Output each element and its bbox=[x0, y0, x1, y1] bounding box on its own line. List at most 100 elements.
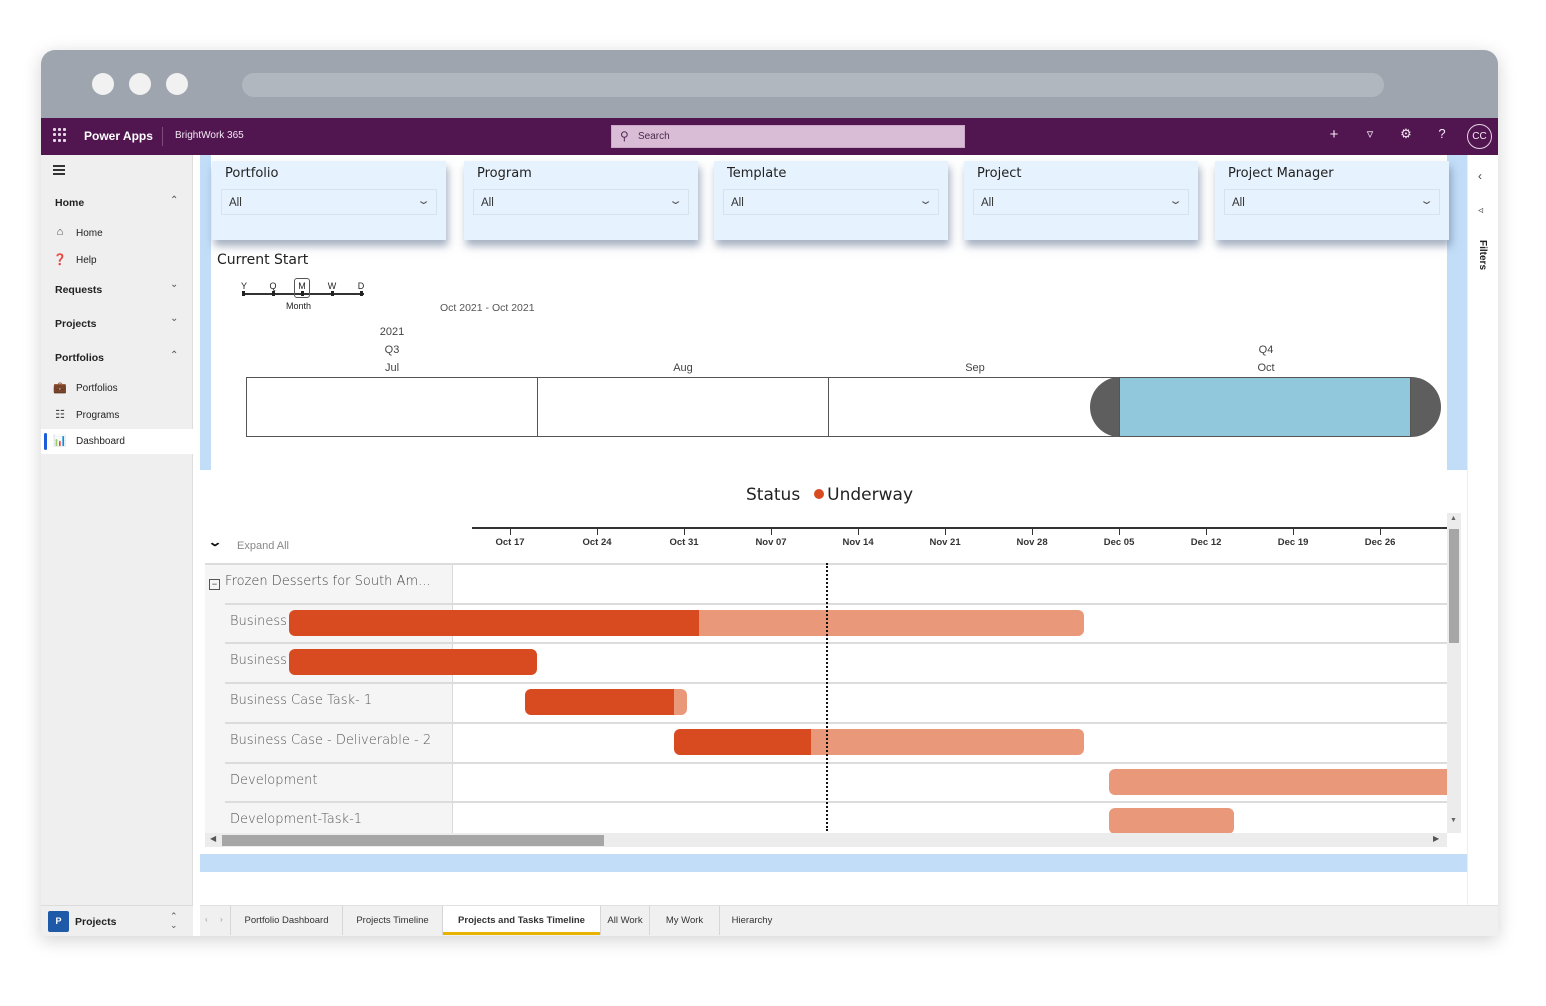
axis-tick bbox=[1380, 529, 1382, 535]
slicer-value: All bbox=[481, 197, 494, 209]
tab-portfolio-dashboard[interactable]: Portfolio Dashboard bbox=[230, 906, 342, 935]
scroll-right-arrow-icon[interactable]: ▶ bbox=[1433, 834, 1439, 843]
timeline-cell-aug[interactable] bbox=[537, 377, 829, 437]
tab-all-work[interactable]: All Work bbox=[600, 906, 649, 935]
tab-my-work[interactable]: My Work bbox=[649, 906, 719, 935]
sidebar-section-home[interactable]: Home bbox=[55, 197, 84, 209]
granularity-selector[interactable]: Y Q M W D Month bbox=[239, 278, 366, 311]
gantt-bar[interactable] bbox=[1109, 808, 1234, 833]
sidebar-section-portfolios[interactable]: Portfolios bbox=[55, 352, 104, 364]
filters-pane[interactable]: ‹ ▿ Filters bbox=[1467, 155, 1498, 905]
quarter-label: Q3 bbox=[384, 344, 400, 356]
chevron-up-icon[interactable]: ⌃ bbox=[170, 350, 178, 361]
search-input[interactable]: ⚲ Search bbox=[611, 125, 965, 148]
granularity-option-week[interactable]: W bbox=[327, 281, 337, 291]
timeline-slicer-title: Current Start bbox=[217, 252, 309, 268]
gantt-bar-remaining bbox=[1109, 808, 1234, 833]
vertical-scrollbar[interactable]: ▲ ▼ bbox=[1447, 513, 1461, 833]
slicer-dropdown[interactable]: All ⌄ bbox=[723, 189, 939, 215]
axis-tick-label: Oct 24 bbox=[582, 537, 612, 548]
horizontal-scrollbar[interactable]: ◀ ▶ bbox=[205, 833, 1447, 847]
timeline-cell-jul[interactable] bbox=[246, 377, 538, 437]
timeline-cell-oct-selected[interactable] bbox=[1119, 377, 1411, 437]
legend-title: Status bbox=[746, 485, 801, 505]
tab-hierarchy[interactable]: Hierarchy bbox=[719, 906, 784, 935]
tab-projects-and-tasks-timeline[interactable]: Projects and Tasks Timeline bbox=[442, 906, 600, 935]
vertical-scroll-thumb[interactable] bbox=[1449, 529, 1459, 643]
gantt-bar-remaining bbox=[674, 689, 687, 716]
sidebar-item-home[interactable]: ⌂ Home bbox=[41, 221, 193, 246]
collapse-icon[interactable]: − bbox=[209, 579, 220, 590]
area-switcher[interactable]: P Projects ⌃ ⌄ bbox=[41, 905, 193, 936]
sidebar-item-programs[interactable]: ☷ Programs bbox=[41, 403, 193, 428]
sidebar-item-dashboard[interactable]: 📊 Dashboard bbox=[41, 429, 193, 454]
range-end-handle[interactable] bbox=[1411, 377, 1441, 437]
tab-label: Hierarchy bbox=[731, 915, 773, 926]
background-band bbox=[200, 155, 211, 470]
granularity-option-year[interactable]: Y bbox=[239, 281, 249, 291]
home-icon: ⌂ bbox=[56, 226, 64, 238]
sidebar-item-label: Programs bbox=[76, 410, 120, 421]
gantt-bar[interactable] bbox=[525, 689, 687, 716]
plus-icon[interactable]: + bbox=[1324, 126, 1344, 143]
gantt-bar-remaining bbox=[1109, 768, 1447, 795]
briefcase-icon: 💼 bbox=[53, 382, 67, 394]
gear-icon[interactable]: ⚙ bbox=[1396, 126, 1416, 142]
slicer-dropdown[interactable]: All ⌄ bbox=[473, 189, 689, 215]
window-maximize-dot[interactable] bbox=[166, 73, 188, 95]
gantt-bar[interactable] bbox=[288, 609, 1085, 636]
address-bar[interactable] bbox=[242, 73, 1384, 97]
slicer-project: Project All ⌄ bbox=[964, 161, 1198, 240]
gantt-bar[interactable] bbox=[674, 728, 1085, 755]
header-divider bbox=[162, 127, 163, 146]
slicer-project-manager: Project Manager All ⌄ bbox=[1215, 161, 1449, 240]
tab-next-icon[interactable]: › bbox=[220, 915, 223, 924]
scroll-left-arrow-icon[interactable]: ◀ bbox=[210, 834, 216, 843]
tab-projects-timeline[interactable]: Projects Timeline bbox=[342, 906, 442, 935]
scroll-down-arrow-icon[interactable]: ▼ bbox=[1450, 817, 1457, 824]
expand-all-label: Expand All bbox=[237, 540, 289, 552]
granularity-option-month[interactable]: M bbox=[297, 281, 307, 291]
tab-label: Projects Timeline bbox=[356, 915, 429, 926]
filter-icon[interactable]: ▿ bbox=[1360, 126, 1380, 142]
gantt-bar[interactable] bbox=[1109, 768, 1447, 795]
scroll-up-arrow-icon[interactable]: ▲ bbox=[1450, 515, 1457, 522]
tab-prev-icon[interactable]: ‹ bbox=[205, 915, 208, 924]
app-name[interactable]: Power Apps bbox=[84, 129, 153, 143]
sidebar-item-portfolios[interactable]: 💼 Portfolios bbox=[41, 376, 193, 401]
chevron-down-icon[interactable]: ⌄ bbox=[170, 313, 178, 324]
gantt-bar-complete bbox=[674, 728, 811, 755]
chevron-down-icon[interactable]: ⌄ bbox=[170, 279, 178, 290]
axis-tick bbox=[1206, 529, 1208, 535]
chevron-down-icon: ⌄ bbox=[668, 195, 683, 207]
gantt-bar-complete bbox=[525, 689, 675, 716]
slicer-dropdown[interactable]: All ⌄ bbox=[973, 189, 1189, 215]
hamburger-menu-icon[interactable] bbox=[53, 165, 65, 177]
granularity-option-day[interactable]: D bbox=[356, 281, 366, 291]
help-icon[interactable]: ? bbox=[1432, 126, 1452, 141]
axis-tick bbox=[1293, 529, 1295, 535]
axis-tick-label: Nov 07 bbox=[755, 537, 787, 548]
window-close-dot[interactable] bbox=[92, 73, 114, 95]
chevron-left-icon[interactable]: ‹ bbox=[1478, 169, 1482, 183]
slicer-dropdown[interactable]: All ⌄ bbox=[1224, 189, 1440, 215]
chevron-up-icon[interactable]: ⌃ bbox=[170, 195, 178, 206]
app-launcher-icon[interactable] bbox=[53, 128, 67, 142]
axis-tick-label: Oct 17 bbox=[495, 537, 525, 548]
legend-item-underway[interactable]: Underway bbox=[827, 485, 913, 505]
slicer-dropdown[interactable]: All ⌄ bbox=[221, 189, 437, 215]
sidebar-item-help[interactable]: ❓ Help bbox=[41, 248, 193, 273]
avatar[interactable]: CC bbox=[1467, 124, 1492, 149]
window-minimize-dot[interactable] bbox=[129, 73, 151, 95]
month-label: Jul bbox=[384, 362, 400, 374]
gantt-bar[interactable] bbox=[288, 649, 538, 676]
axis-tick-label: Oct 31 bbox=[669, 537, 699, 548]
granularity-option-quarter[interactable]: Q bbox=[268, 281, 278, 291]
sidebar-section-projects[interactable]: Projects bbox=[55, 318, 96, 330]
horizontal-scroll-thumb[interactable] bbox=[222, 835, 604, 846]
sidebar-section-requests[interactable]: Requests bbox=[55, 284, 102, 296]
timeline-cell-sep[interactable] bbox=[828, 377, 1120, 437]
year-label: 2021 bbox=[379, 326, 405, 338]
filters-label[interactable]: Filters bbox=[1477, 240, 1488, 270]
gantt-legend: Status Underway bbox=[746, 485, 913, 505]
